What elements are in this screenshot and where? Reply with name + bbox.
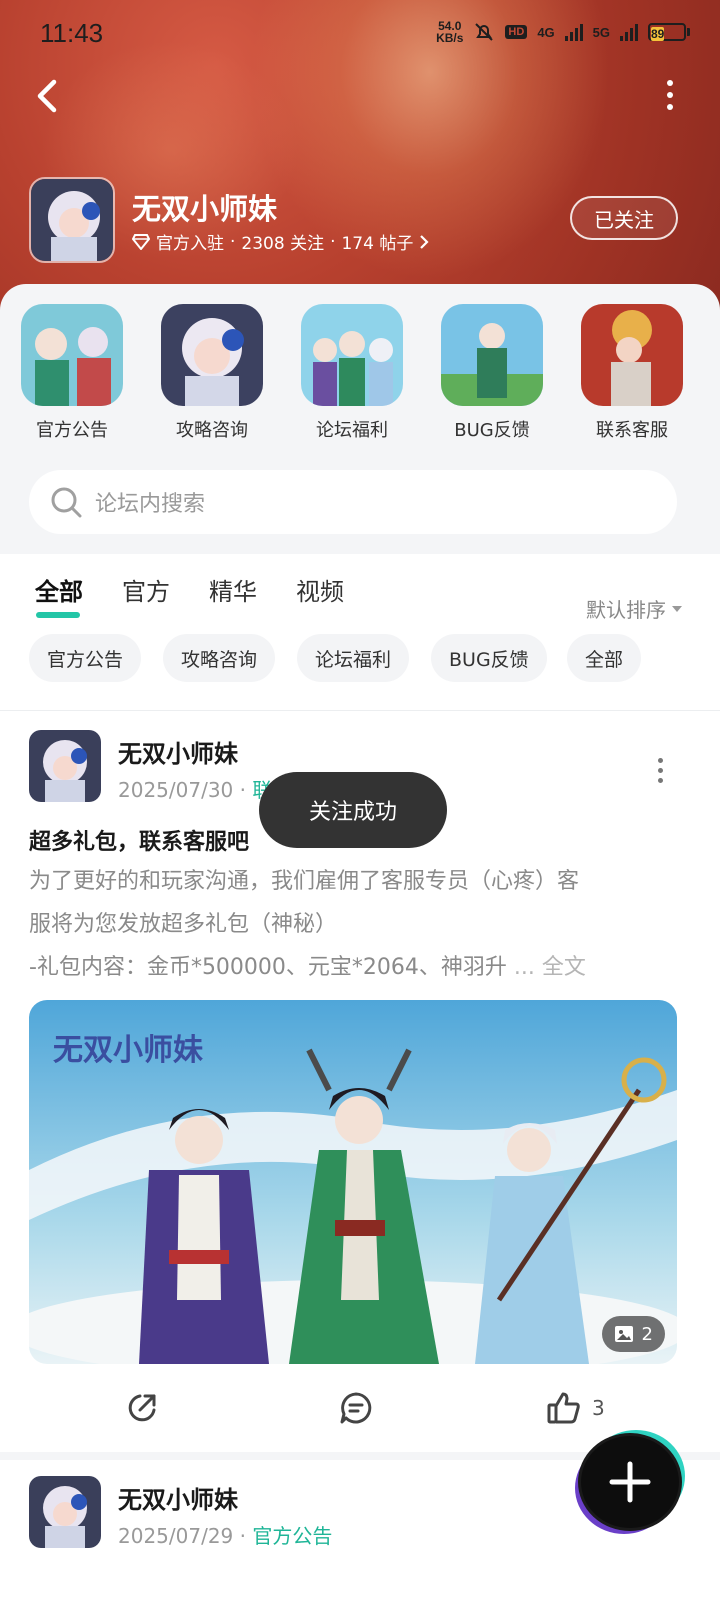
- shortcut-thumb: [581, 304, 683, 406]
- caret-down-icon: [672, 605, 682, 612]
- more-options-button[interactable]: [660, 80, 680, 112]
- status-bar: 11:43 54.0 KB/s HD 4G 5G 89: [0, 0, 720, 70]
- image-logo-text: 无双小师妹: [53, 1033, 203, 1068]
- shortcut-row: 官方公告 攻略咨询 论坛福利 BUG反馈 联系客服: [0, 304, 720, 454]
- forum-header: 11:43 54.0 KB/s HD 4G 5G 89 无双小师妹 官方入驻 ·…: [0, 0, 720, 330]
- search-placeholder: 论坛内搜索: [95, 492, 206, 517]
- net-speed-unit: KB/s: [436, 31, 464, 45]
- post-body-line: 服将为您发放超多礼包（神秘）: [29, 912, 338, 937]
- post-title: 超多礼包，联系客服吧: [29, 830, 250, 855]
- chevron-right-icon: [420, 234, 429, 249]
- sort-dropdown[interactable]: 默认排序: [586, 594, 682, 623]
- author-avatar[interactable]: [29, 730, 101, 802]
- post-more-button[interactable]: [656, 758, 664, 784]
- battery-level: 89: [651, 27, 665, 41]
- net-speed: 54.0 KB/s: [436, 20, 463, 44]
- back-button[interactable]: [30, 72, 70, 120]
- chip-official-notice[interactable]: 官方公告: [29, 634, 142, 682]
- thumbs-up-icon: [547, 1392, 580, 1424]
- post-count: 174 帖子: [341, 234, 414, 254]
- like-button[interactable]: 3: [546, 1390, 605, 1426]
- diamond-icon: [132, 233, 150, 250]
- search-icon: [51, 487, 82, 518]
- follower-count: 2308 关注: [241, 234, 325, 254]
- post-date: 2025/07/29: [118, 1524, 234, 1548]
- shortcut-thumb: [301, 304, 403, 406]
- post-body: 为了更好的和玩家沟通，我们雇佣了客服专员（心疼）客 服将为您发放超多礼包（神秘）…: [29, 860, 679, 989]
- divider: [0, 710, 720, 711]
- chip-all[interactable]: 全部: [567, 634, 642, 682]
- shortcut-label: 联系客服: [596, 420, 668, 441]
- active-tab-indicator: [36, 612, 80, 618]
- shortcut-label: 攻略咨询: [176, 420, 248, 441]
- shortcut-customer-service[interactable]: 联系客服: [567, 304, 697, 442]
- plus-icon: [609, 1461, 651, 1503]
- post-body-line: 为了更好的和玩家沟通，我们雇佣了客服专员（心疼）客: [29, 869, 580, 894]
- mute-bell-icon: [475, 23, 494, 41]
- chip-bug-report[interactable]: BUG反馈: [431, 634, 547, 682]
- post-date: 2025/07/30: [118, 778, 234, 802]
- hd-badge: HD: [505, 25, 528, 39]
- author-name[interactable]: 无双小师妹: [118, 734, 238, 769]
- signal-2-icon: [620, 23, 638, 41]
- shortcut-guide[interactable]: 攻略咨询: [147, 304, 277, 442]
- forum-panel: 官方公告 攻略咨询 论坛福利 BUG反馈 联系客服 论坛内搜索 全部 官方 精华…: [0, 284, 720, 1600]
- shortcut-thumb: [21, 304, 123, 406]
- shortcut-label: 论坛福利: [316, 420, 388, 441]
- chip-guide[interactable]: 攻略咨询: [163, 634, 276, 682]
- image-count-badge: 2: [601, 1316, 665, 1352]
- post-image[interactable]: 无双小师妹 2: [29, 1000, 677, 1364]
- share-button[interactable]: [124, 1390, 160, 1426]
- tab-featured[interactable]: 精华: [209, 572, 257, 607]
- battery-icon: 89: [648, 23, 690, 41]
- post-tag[interactable]: 官方公告: [252, 1524, 332, 1548]
- forum-avatar: [29, 177, 115, 263]
- status-icons: 54.0 KB/s HD 4G 5G 89: [436, 20, 690, 44]
- shortcut-welfare[interactable]: 论坛福利: [287, 304, 417, 442]
- network-type-1: 4G: [537, 24, 555, 40]
- shortcut-label: 官方公告: [36, 420, 108, 441]
- author-avatar[interactable]: [29, 1476, 101, 1548]
- create-post-button[interactable]: [581, 1436, 679, 1528]
- forum-name: 无双小师妹: [132, 192, 278, 226]
- follow-button[interactable]: 已关注: [570, 196, 678, 240]
- like-count: 3: [592, 1396, 605, 1420]
- shortcut-thumb: [161, 304, 263, 406]
- status-time: 11:43: [40, 18, 104, 48]
- forum-meta[interactable]: 官方入驻 · 2308 关注 · 174 帖子: [132, 229, 429, 254]
- tab-all[interactable]: 全部: [35, 572, 83, 607]
- chip-welfare[interactable]: 论坛福利: [297, 634, 410, 682]
- shortcut-official-notice[interactable]: 官方公告: [7, 304, 137, 442]
- share-icon: [128, 1394, 156, 1422]
- shortcut-bug-report[interactable]: BUG反馈: [427, 304, 557, 442]
- toast-message: 关注成功: [259, 772, 447, 848]
- tab-video[interactable]: 视频: [296, 572, 344, 607]
- category-chips: 官方公告 攻略咨询 论坛福利 BUG反馈 全部: [0, 634, 720, 682]
- back-arrow-icon: [37, 79, 57, 113]
- post-body-line: -礼包内容：金币*500000、元宝*2064、神羽升 ... 全文: [29, 955, 586, 980]
- official-badge: 官方入驻: [156, 234, 224, 254]
- comment-button[interactable]: [338, 1390, 374, 1426]
- sort-label: 默认排序: [586, 598, 666, 622]
- image-count: 2: [641, 1323, 653, 1345]
- tab-bar: 全部 官方 精华 视频 默认排序: [0, 572, 720, 622]
- image-icon: [614, 1326, 633, 1342]
- shortcut-label: BUG反馈: [454, 420, 530, 441]
- post-meta: 2025/07/29 · 官方公告: [118, 1524, 333, 1548]
- search-input[interactable]: 论坛内搜索: [29, 470, 677, 534]
- tab-official[interactable]: 官方: [122, 572, 170, 607]
- author-name[interactable]: 无双小师妹: [118, 1480, 238, 1515]
- shortcut-thumb: [441, 304, 543, 406]
- read-more-link[interactable]: ... 全文: [514, 955, 586, 980]
- post-meta: 2025/07/30 · 联: [118, 778, 273, 802]
- comment-icon: [340, 1392, 372, 1424]
- signal-1-icon: [564, 23, 583, 41]
- network-type-2: 5G: [592, 24, 610, 40]
